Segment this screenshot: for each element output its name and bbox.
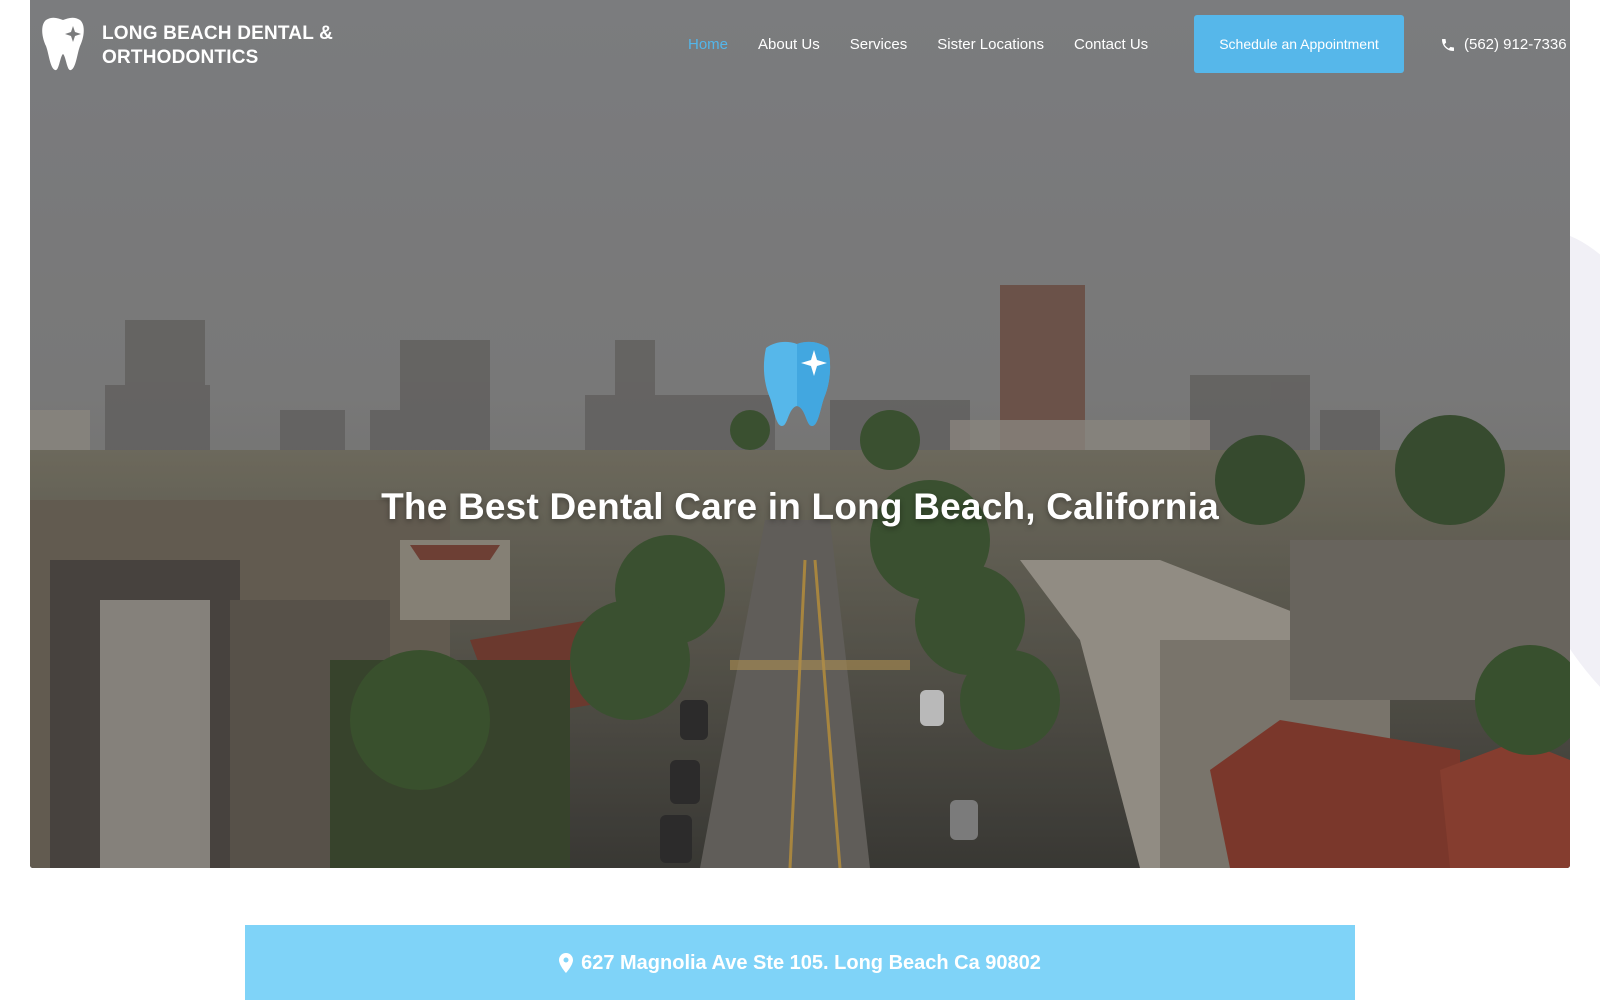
phone-link[interactable]: (562) 912-7336 [1440, 36, 1567, 53]
nav-item-home[interactable]: Home [688, 36, 728, 53]
phone-icon [1442, 38, 1454, 51]
phone-number: (562) 912-7336 [1464, 36, 1567, 53]
nav-item-about-us[interactable]: About Us [758, 36, 820, 53]
nav-item-sister-locations[interactable]: Sister Locations [937, 36, 1044, 53]
hero-section: LONG BEACH DENTAL & ORTHODONTICS Home Ab… [30, 0, 1570, 868]
map-pin-icon [559, 952, 574, 973]
hero-overlay [30, 0, 1570, 868]
hero-title: The Best Dental Care in Long Beach, Cali… [381, 486, 1219, 527]
brand-logo[interactable]: LONG BEACH DENTAL & ORTHODONTICS [40, 16, 333, 72]
tooth-shield-icon [763, 341, 831, 426]
brand-name: LONG BEACH DENTAL & ORTHODONTICS [102, 22, 333, 70]
address-bar[interactable]: 627 Magnolia Ave Ste 105. Long Beach Ca … [245, 925, 1355, 1000]
tooth-sparkle-icon [42, 17, 84, 71]
brand-name-line1: LONG BEACH DENTAL & [102, 23, 334, 44]
nav-item-services[interactable]: Services [850, 36, 908, 53]
brand-name-line2: ORTHODONTICS [102, 47, 259, 68]
schedule-appointment-button[interactable]: Schedule an Appointment [1194, 15, 1404, 73]
nav-item-contact-us[interactable]: Contact Us [1074, 36, 1148, 53]
main-nav: Home About Us Services Sister Locations … [688, 36, 1148, 53]
address-text: 627 Magnolia Ave Ste 105. Long Beach Ca … [581, 952, 1041, 974]
